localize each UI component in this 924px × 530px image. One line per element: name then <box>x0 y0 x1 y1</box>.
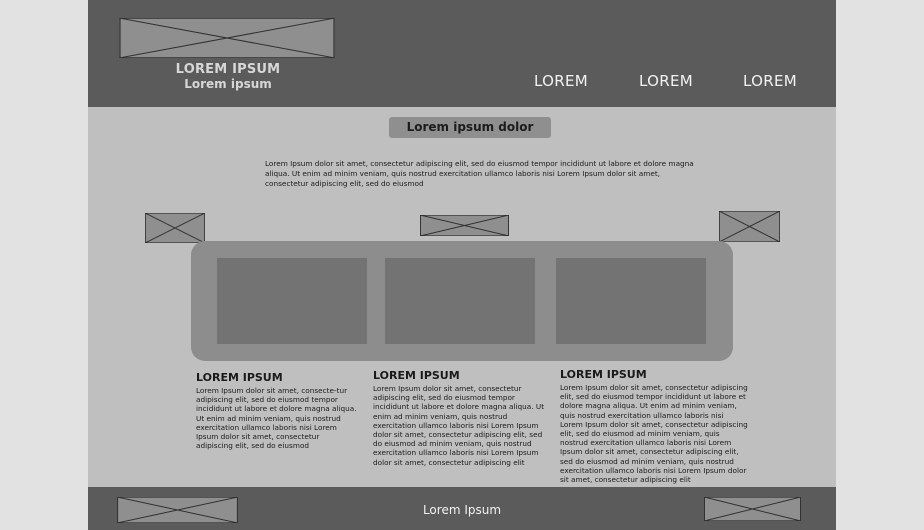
feature-column-3: LOREM IPSUM Lorem Ipsum dolor sit amet, … <box>560 368 748 484</box>
image-gallery <box>191 241 733 361</box>
intro-paragraph: Lorem Ipsum dolor sit amet, consectetur … <box>265 159 694 188</box>
feature-column-2: LOREM IPSUM Lorem Ipsum dolor sit amet, … <box>373 369 551 467</box>
feature-title: LOREM IPSUM <box>196 371 283 384</box>
wireframe-page: LOREM IPSUM Lorem ipsum LOREM LOREM LORE… <box>88 0 836 530</box>
nav-link-2[interactable]: LOREM <box>639 72 693 90</box>
nav-link-3[interactable]: LOREM <box>743 72 797 90</box>
image-placeholder-icon <box>145 213 205 243</box>
section-title: Lorem ipsum dolor <box>389 117 551 138</box>
site-header: LOREM IPSUM Lorem ipsum LOREM LOREM LORE… <box>88 0 836 107</box>
feature-title: LOREM IPSUM <box>373 369 460 382</box>
gallery-image-2[interactable] <box>385 258 535 344</box>
brand-subtitle: Lorem ipsum <box>184 77 272 91</box>
footer-image-placeholder-icon <box>704 497 801 521</box>
feature-text: Lorem Ipsum dolor sit amet, consecte-tur… <box>196 386 357 451</box>
feature-title: LOREM IPSUM <box>560 368 647 381</box>
site-footer: Lorem Ipsum <box>88 487 836 530</box>
feature-text: Lorem Ipsum dolor sit amet, consectetur … <box>373 384 545 467</box>
logo-image-placeholder-icon[interactable] <box>119 18 335 58</box>
image-placeholder-icon <box>719 211 780 242</box>
footer-image-placeholder-icon <box>117 497 238 523</box>
footer-text: Lorem Ipsum <box>422 503 502 517</box>
gallery-image-1[interactable] <box>217 258 367 344</box>
feature-text: Lorem Ipsum dolor sit amet, consectetur … <box>560 383 748 485</box>
gallery-image-3[interactable] <box>556 258 706 344</box>
feature-column-1: LOREM IPSUM Lorem Ipsum dolor sit amet, … <box>196 371 358 450</box>
image-placeholder-icon <box>420 215 509 236</box>
nav-link-1[interactable]: LOREM <box>534 72 588 90</box>
brand-title: LOREM IPSUM <box>175 62 281 77</box>
